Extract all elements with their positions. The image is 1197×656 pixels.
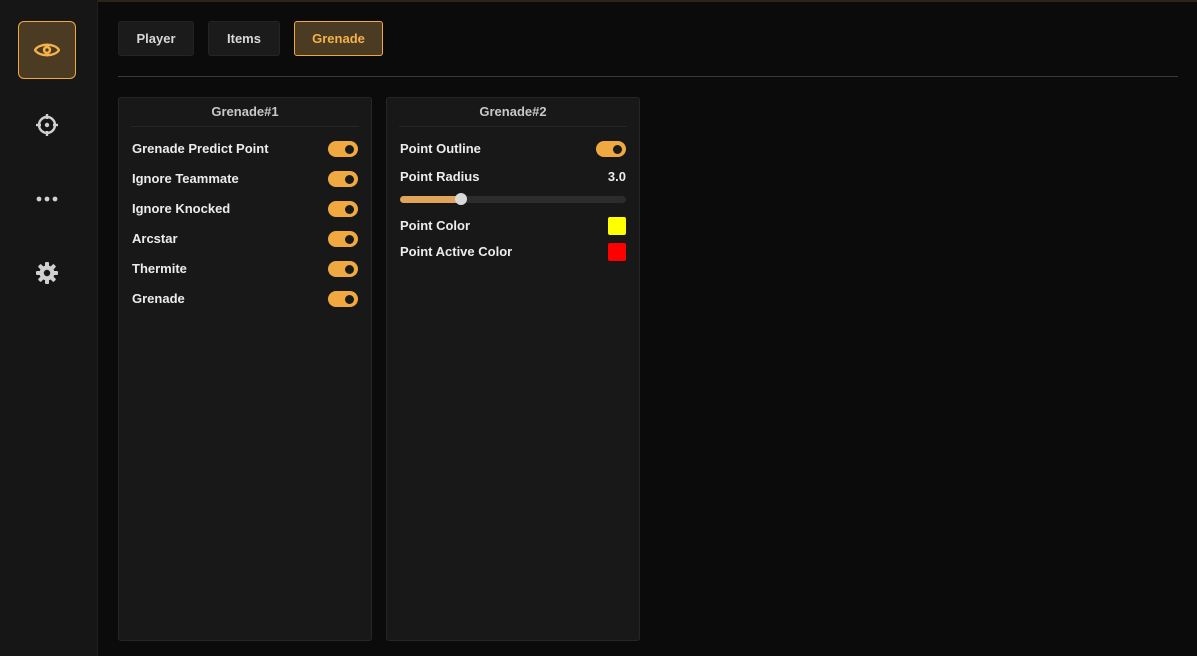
tab-grenade[interactable]: Grenade (294, 21, 383, 56)
grenade-toggle[interactable] (328, 291, 358, 307)
panel-title: Grenade#1 (211, 104, 279, 119)
sidebar-item-misc[interactable] (18, 170, 76, 228)
setting-row-point-outline: Point Outline (400, 139, 626, 159)
more-dots-icon (36, 196, 58, 202)
toggle-knob (345, 265, 354, 274)
point-outline-toggle[interactable] (596, 141, 626, 157)
ignore-teammate-toggle[interactable] (328, 171, 358, 187)
slider-fill (400, 196, 462, 203)
setting-label: Point Color (400, 218, 471, 233)
top-strip (0, 0, 1197, 2)
setting-row-grenade-predict-point: Grenade Predict Point (132, 139, 358, 159)
setting-label: Thermite (132, 261, 187, 276)
setting-label: Ignore Knocked (132, 201, 231, 216)
panel-grenade-1: Grenade#1 Grenade Predict Point Ignore T… (118, 97, 372, 641)
toggle-knob (613, 145, 622, 154)
tab-divider (118, 76, 1178, 77)
setting-row-point-active-color: Point Active Color (400, 242, 626, 262)
panel-title: Grenade#2 (479, 104, 547, 119)
setting-label: Arcstar (132, 231, 178, 246)
point-radius-slider[interactable] (400, 193, 626, 205)
panel-title-divider (131, 126, 359, 127)
crosshair-icon (35, 113, 59, 137)
point-color-swatch[interactable] (608, 217, 626, 235)
eye-icon (34, 41, 60, 59)
setting-row-ignore-knocked: Ignore Knocked (132, 199, 358, 219)
sidebar-item-settings[interactable] (18, 244, 76, 302)
toggle-knob (345, 235, 354, 244)
setting-label: Grenade Predict Point (132, 141, 269, 156)
slider-thumb[interactable] (455, 193, 468, 205)
setting-label: Point Radius (400, 169, 480, 184)
grenade-predict-point-toggle[interactable] (328, 141, 358, 157)
toggle-knob (345, 175, 354, 184)
ignore-knocked-toggle[interactable] (328, 201, 358, 217)
setting-label: Point Active Color (400, 244, 513, 259)
sidebar (0, 0, 98, 656)
sidebar-item-visuals[interactable] (18, 21, 76, 79)
setting-label: Ignore Teammate (132, 171, 239, 186)
setting-row-thermite: Thermite (132, 259, 358, 279)
toggle-knob (345, 295, 354, 304)
toggle-knob (345, 145, 354, 154)
tab-items[interactable]: Items (208, 21, 280, 56)
setting-row-grenade: Grenade (132, 289, 358, 309)
gear-icon (35, 261, 59, 285)
point-radius-value: 3.0 (607, 169, 626, 184)
setting-row-point-color: Point Color (400, 216, 626, 236)
setting-row-point-radius: Point Radius 3.0 (400, 167, 626, 187)
sidebar-item-aim[interactable] (18, 96, 76, 154)
setting-row-arcstar: Arcstar (132, 229, 358, 249)
panel-title-divider (399, 126, 627, 127)
panel-grenade-2: Grenade#2 Point Outline Point Radius 3.0… (386, 97, 640, 641)
setting-label: Point Outline (400, 141, 481, 156)
setting-label: Grenade (132, 291, 185, 306)
setting-row-ignore-teammate: Ignore Teammate (132, 169, 358, 189)
toggle-knob (345, 205, 354, 214)
arcstar-toggle[interactable] (328, 231, 358, 247)
point-active-color-swatch[interactable] (608, 243, 626, 261)
thermite-toggle[interactable] (328, 261, 358, 277)
tab-player[interactable]: Player (118, 21, 194, 56)
